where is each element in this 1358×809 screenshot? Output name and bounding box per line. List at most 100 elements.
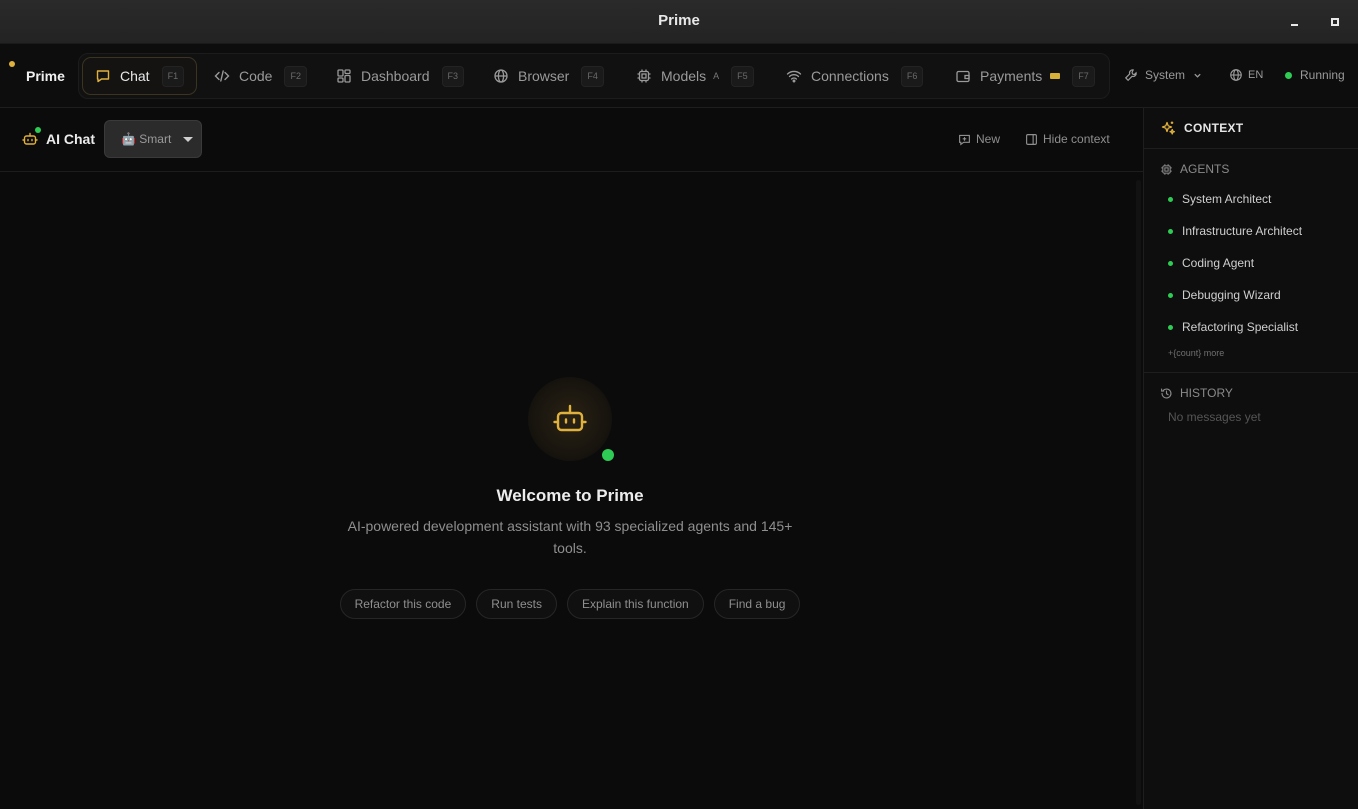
tab-dashboard-shortcut: F3 <box>441 65 465 87</box>
brand-name: Prime <box>26 68 65 84</box>
tab-browser-shortcut: F4 <box>581 65 604 87</box>
nav-tabs: Chat F1 Code F2 Dashboard F3 Browser F4 <box>78 53 1110 99</box>
system-menu-label: System <box>1145 68 1186 82</box>
wrench-icon <box>1124 68 1138 82</box>
tab-browser-label: Browser <box>518 68 570 84</box>
dashboard-grid-icon <box>336 68 352 84</box>
tab-chat[interactable]: Chat F1 <box>82 57 198 95</box>
agent-item[interactable]: Refactoring Specialist <box>1168 320 1298 334</box>
new-message-icon <box>958 133 971 146</box>
chat-header: AI Chat 🤖 Smart New Hide context <box>0 108 1143 172</box>
agent-status-dot <box>1168 196 1173 202</box>
chevron-down-icon <box>1193 71 1202 80</box>
agent-item[interactable]: Infrastructure Architect <box>1168 224 1302 238</box>
code-icon <box>214 68 230 84</box>
online-dot <box>35 127 41 133</box>
tab-models-label: Models <box>661 68 707 84</box>
wallet-icon <box>955 68 971 84</box>
agents-title-label: AGENTS <box>1180 162 1230 176</box>
history-empty-text: No messages yet <box>1168 410 1261 424</box>
tab-connections-label: Connections <box>811 68 889 84</box>
tab-payments-label: Payments <box>980 68 1043 84</box>
history-section-title: HISTORY <box>1160 386 1233 400</box>
tab-chat-label: Chat <box>120 68 150 84</box>
agent-status-dot <box>1168 292 1173 298</box>
sidebar-panel-icon <box>1025 133 1038 146</box>
agent-name: Coding Agent <box>1182 256 1255 270</box>
tab-payments-shortcut: F7 <box>1072 65 1095 87</box>
tab-browser[interactable]: Browser F4 <box>493 57 604 95</box>
agent-name: System Architect <box>1182 192 1272 206</box>
chat-title: AI Chat <box>22 127 95 147</box>
tab-payments[interactable]: Payments F7 <box>955 57 1095 95</box>
agent-name: Debugging Wizard <box>1182 288 1281 302</box>
welcome-title: Welcome to Prime <box>496 486 644 505</box>
tab-connections[interactable]: Connections F6 <box>786 57 924 95</box>
agent-status-dot <box>1168 324 1173 330</box>
suggestion-chips: Refactor this code Run tests Explain thi… <box>0 589 1140 619</box>
top-navigation: Prime Chat F1 Code F2 Dashboard F3 Brows… <box>0 44 1358 108</box>
language-selector[interactable]: EN <box>1229 68 1263 82</box>
window-title: Prime <box>658 12 700 29</box>
tab-code-label: Code <box>239 68 273 84</box>
globe-icon <box>493 68 509 84</box>
caret-down-icon <box>183 137 193 142</box>
chat-bubble-icon <box>95 68 111 84</box>
hide-context-button[interactable]: Hide context <box>1025 132 1110 146</box>
history-clock-icon <box>1160 387 1173 400</box>
tab-dashboard[interactable]: Dashboard F3 <box>336 57 465 95</box>
agent-item[interactable]: System Architect <box>1168 192 1271 206</box>
context-title: CONTEXT <box>1184 121 1244 135</box>
agent-item[interactable]: Debugging Wizard <box>1168 288 1281 302</box>
more-agents-link[interactable]: +{count} more <box>1168 348 1224 358</box>
agent-item[interactable]: Coding Agent <box>1168 256 1254 270</box>
status-label: Running <box>1300 68 1345 82</box>
welcome-avatar <box>528 377 612 461</box>
maximize-button[interactable] <box>1327 14 1343 30</box>
title-bar: Prime <box>0 0 1358 44</box>
tab-dashboard-label: Dashboard <box>361 68 430 84</box>
brand-status-dot <box>9 61 15 67</box>
minimize-button[interactable] <box>1287 14 1303 30</box>
suggestion-chip-refactor[interactable]: Refactor this code <box>339 589 467 619</box>
language-label: EN <box>1248 69 1264 81</box>
tab-code[interactable]: Code F2 <box>214 57 307 95</box>
robot-icon <box>22 127 41 147</box>
agent-name: Infrastructure Architect <box>1182 224 1303 238</box>
tab-connections-shortcut: F6 <box>900 65 924 87</box>
card-badge-icon <box>1050 73 1061 79</box>
tab-chat-shortcut: F1 <box>161 65 185 87</box>
tab-models-badge: A <box>713 71 720 81</box>
agent-status-dot <box>1168 228 1173 234</box>
new-chat-button[interactable]: New <box>958 132 1000 146</box>
tab-models[interactable]: Models A F5 <box>636 57 754 95</box>
cpu-chip-icon <box>636 68 652 84</box>
robot-icon <box>552 401 588 437</box>
system-menu[interactable]: System <box>1124 68 1202 82</box>
suggestion-chip-find-bug[interactable]: Find a bug <box>713 589 801 619</box>
agents-section-title: AGENTS <box>1160 162 1229 176</box>
agent-name: Refactoring Specialist <box>1182 320 1299 334</box>
agent-status-dot <box>1168 260 1173 266</box>
welcome-subtitle: AI-powered development assistant with 93… <box>347 518 793 556</box>
tab-code-shortcut: F2 <box>284 65 307 87</box>
status-indicator: Running <box>1285 68 1345 82</box>
hide-context-label: Hide context <box>1043 132 1110 146</box>
suggestion-chip-explain[interactable]: Explain this function <box>566 589 704 619</box>
context-panel: CONTEXT AGENTS System Architect Infrastr… <box>1143 108 1358 809</box>
history-title-label: HISTORY <box>1180 386 1233 400</box>
sparkles-icon <box>1160 120 1176 136</box>
section-divider <box>1144 372 1358 373</box>
wifi-icon <box>786 68 802 84</box>
online-status-dot <box>602 449 614 461</box>
mode-selector[interactable]: 🤖 Smart <box>104 120 202 158</box>
globe-icon <box>1229 68 1243 82</box>
cpu-chip-icon <box>1160 163 1173 176</box>
new-chat-label: New <box>976 132 1001 146</box>
context-header: CONTEXT <box>1144 108 1358 149</box>
mode-selector-label: 🤖 Smart <box>121 132 172 146</box>
suggestion-chip-run-tests[interactable]: Run tests <box>476 589 557 619</box>
tab-models-shortcut: F5 <box>731 65 754 87</box>
status-dot <box>1285 71 1292 79</box>
chat-title-label: AI Chat <box>46 131 95 147</box>
